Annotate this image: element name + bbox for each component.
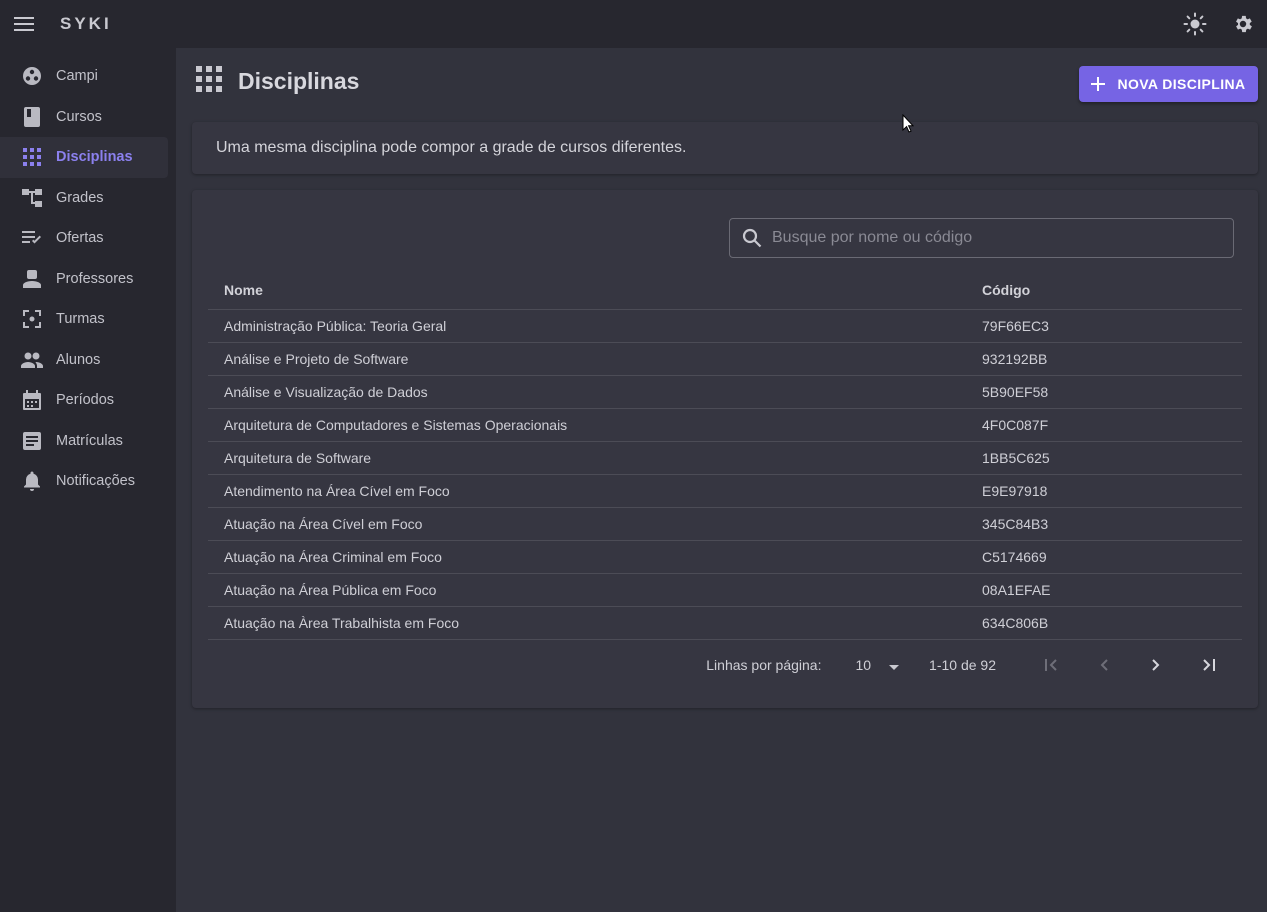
- table-row[interactable]: Arquitetura de Computadores e Sistemas O…: [208, 408, 1242, 442]
- app-brand[interactable]: SYKI: [60, 14, 112, 34]
- table-row[interactable]: Atuação na Área Cível em Foco 345C84B3: [208, 507, 1242, 541]
- column-header-name[interactable]: Nome: [208, 272, 966, 310]
- article-icon: [21, 430, 43, 452]
- sidebar-item-matriculas[interactable]: Matrículas: [0, 421, 168, 462]
- sidebar-item-turmas[interactable]: Turmas: [0, 299, 168, 340]
- search-field[interactable]: [729, 218, 1234, 258]
- sidebar-item-label: Turmas: [56, 311, 105, 328]
- sidebar-item-label: Matrículas: [56, 432, 123, 449]
- info-card: Uma mesma disciplina pode compor a grade…: [192, 122, 1258, 174]
- account-tree-icon: [21, 187, 43, 209]
- cell-code: 5B90EF58: [966, 375, 1242, 409]
- plus-icon: [1091, 77, 1106, 91]
- cell-code: 634C806B: [966, 606, 1242, 640]
- new-discipline-label: NOVA DISCIPLINA: [1117, 76, 1246, 92]
- page-header: Disciplinas: [196, 66, 359, 97]
- new-discipline-button[interactable]: NOVA DISCIPLINA: [1079, 66, 1258, 102]
- apps-grid-icon: [196, 66, 222, 97]
- campus-icon: [21, 65, 43, 87]
- menu-icon[interactable]: [0, 0, 48, 48]
- pagination: Linhas por página: 10 1-10 de 92: [192, 645, 1258, 685]
- cell-name: Atuação na Área Criminal em Foco: [208, 540, 966, 574]
- next-page-icon[interactable]: [1130, 645, 1182, 685]
- table-row[interactable]: Análise e Visualização de Dados 5B90EF58: [208, 375, 1242, 409]
- cell-code: 1BB5C625: [966, 441, 1242, 475]
- cell-name: Atuação na Área Cível em Foco: [208, 507, 966, 541]
- cell-name: Análise e Projeto de Software: [208, 342, 966, 376]
- table-row[interactable]: Arquitetura de Software 1BB5C625: [208, 441, 1242, 475]
- sidebar: Campi Cursos Disciplinas Grades Ofertas …: [0, 48, 176, 912]
- rows-per-page-select[interactable]: 10: [855, 657, 900, 673]
- sidebar-item-cursos[interactable]: Cursos: [0, 97, 168, 138]
- sidebar-item-professores[interactable]: Professores: [0, 259, 168, 300]
- caret-down-icon: [889, 657, 900, 673]
- table-row[interactable]: Atuação na Àrea Trabalhista em Foco 634C8…: [208, 606, 1242, 640]
- cell-name: Atuação na Área Pública em Foco: [208, 573, 966, 607]
- table-row[interactable]: Análise e Projeto de Software 932192BB: [208, 342, 1242, 376]
- sidebar-item-alunos[interactable]: Alunos: [0, 340, 168, 381]
- mouse-cursor-icon: [902, 113, 915, 138]
- cell-code: E9E97918: [966, 474, 1242, 508]
- search-input[interactable]: [772, 229, 1212, 247]
- playlist-check-icon: [21, 227, 43, 249]
- first-page-icon[interactable]: [1026, 645, 1078, 685]
- sidebar-item-periodos[interactable]: Períodos: [0, 380, 168, 421]
- table-header-row: Nome Código: [208, 272, 1242, 310]
- app-bar: SYKI: [0, 0, 1267, 48]
- sidebar-item-label: Ofertas: [56, 230, 104, 247]
- table-row[interactable]: Atendimento na Área Cível em Foco E9E9791…: [208, 474, 1242, 508]
- sidebar-item-ofertas[interactable]: Ofertas: [0, 218, 168, 259]
- group-icon: [21, 349, 43, 371]
- settings-gear-icon[interactable]: [1219, 0, 1267, 48]
- sidebar-item-label: Disciplinas: [56, 149, 133, 166]
- center-focus-icon: [21, 308, 43, 330]
- table-row[interactable]: Atuação na Área Pública em Foco 08A1EFAE: [208, 573, 1242, 607]
- prev-page-icon[interactable]: [1078, 645, 1130, 685]
- cell-code: C5174669: [966, 540, 1242, 574]
- cell-code: 932192BB: [966, 342, 1242, 376]
- cell-name: Arquitetura de Computadores e Sistemas O…: [208, 408, 966, 442]
- page-range: 1-10 de 92: [929, 657, 996, 673]
- cell-code: 79F66EC3: [966, 309, 1242, 343]
- sidebar-item-label: Campi: [56, 68, 98, 85]
- search-icon: [742, 228, 762, 248]
- apps-grid-icon: [21, 146, 43, 168]
- sidebar-item-grades[interactable]: Grades: [0, 178, 168, 219]
- sidebar-item-label: Períodos: [56, 392, 115, 409]
- column-header-code[interactable]: Código: [966, 272, 1242, 310]
- table-card: Nome Código Administração Pública: Teori…: [192, 190, 1258, 708]
- sidebar-item-notificacoes[interactable]: Notificações: [0, 461, 168, 502]
- cell-code: 08A1EFAE: [966, 573, 1242, 607]
- cell-name: Análise e Visualização de Dados: [208, 375, 966, 409]
- sidebar-item-disciplinas[interactable]: Disciplinas: [0, 137, 168, 178]
- cell-name: Administração Pública: Teoria Geral: [208, 309, 966, 343]
- sidebar-item-label: Professores: [56, 270, 134, 287]
- page-title: Disciplinas: [238, 68, 360, 94]
- rows-per-page-value: 10: [855, 657, 872, 673]
- bell-icon: [21, 470, 43, 492]
- disciplines-table: Nome Código Administração Pública: Teori…: [208, 272, 1242, 640]
- cell-name: Atuação na Àrea Trabalhista em Foco: [208, 606, 966, 640]
- calendar-icon: [21, 389, 43, 411]
- sidebar-item-label: Cursos: [56, 108, 102, 125]
- info-text: Uma mesma disciplina pode compor a grade…: [216, 139, 687, 156]
- book-icon: [21, 106, 43, 128]
- theme-toggle-icon[interactable]: [1171, 0, 1219, 48]
- cell-code: 4F0C087F: [966, 408, 1242, 442]
- table-row[interactable]: Atuação na Área Criminal em Foco C5174669: [208, 540, 1242, 574]
- cell-name: Arquitetura de Software: [208, 441, 966, 475]
- sidebar-item-label: Notificações: [56, 473, 135, 490]
- last-page-icon[interactable]: [1182, 645, 1234, 685]
- cell-name: Atendimento na Área Cível em Foco: [208, 474, 966, 508]
- table-row[interactable]: Administração Pública: Teoria Geral 79F66…: [208, 309, 1242, 343]
- main-content: Disciplinas NOVA DISCIPLINA Uma mesma di…: [176, 48, 1267, 912]
- sidebar-item-campi[interactable]: Campi: [0, 56, 168, 97]
- sidebar-item-label: Alunos: [56, 351, 101, 368]
- cell-code: 345C84B3: [966, 507, 1242, 541]
- sidebar-item-label: Grades: [56, 189, 104, 206]
- rows-per-page-label: Linhas por página:: [706, 657, 822, 673]
- person-icon: [21, 268, 43, 290]
